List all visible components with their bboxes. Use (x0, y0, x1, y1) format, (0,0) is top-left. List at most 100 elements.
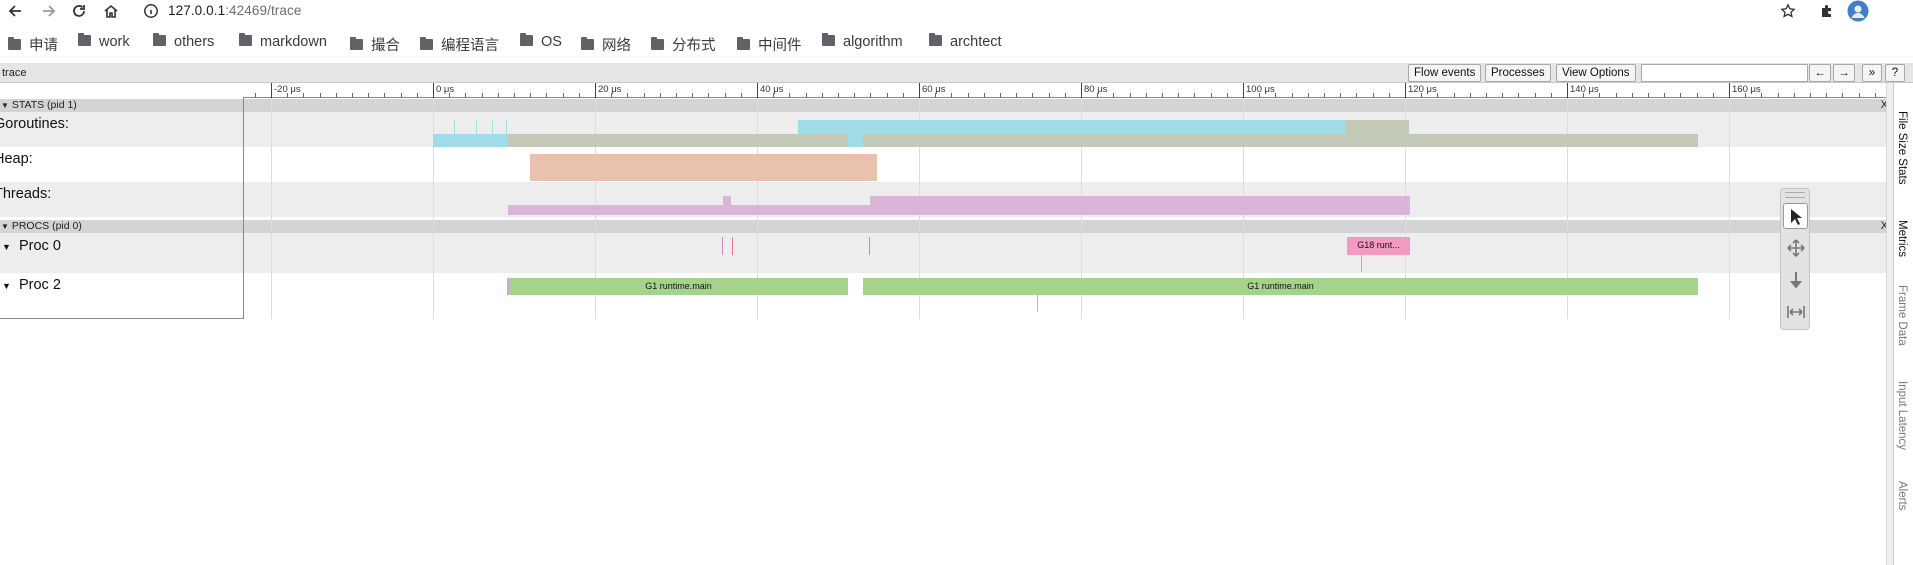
pan-icon (1787, 239, 1805, 257)
proc0-event-marker[interactable] (722, 237, 723, 255)
ruler-minor-tick (1550, 93, 1552, 97)
tab-input-latency[interactable]: Input Latency (1896, 381, 1908, 450)
arrow-right-icon (43, 5, 56, 17)
find-next-button[interactable]: → (1833, 64, 1855, 82)
g1-runtime-main-slice[interactable]: G1 runtime.main (863, 278, 1698, 295)
threads-bar[interactable] (508, 205, 870, 215)
heap-allocated-bar[interactable] (530, 154, 877, 181)
tab-file-size-stats[interactable]: File Size Stats (1896, 111, 1908, 185)
bookmark-folder[interactable]: 分布式 (651, 34, 716, 54)
ruler-minor-tick (611, 93, 613, 97)
ruler-minor-tick (1016, 93, 1018, 97)
folder-icon (420, 37, 433, 50)
proc0-event-marker[interactable] (732, 237, 733, 255)
ruler-minor-tick (287, 93, 289, 97)
ruler-minor-tick (1324, 93, 1325, 97)
tab-alerts[interactable]: Alerts (1896, 481, 1908, 510)
proc0-event-marker (1361, 255, 1362, 272)
bookmark-folder[interactable]: markdown (239, 33, 327, 54)
bookmark-folder[interactable]: work (78, 33, 130, 54)
bookmark-folder[interactable]: 网络 (581, 34, 631, 54)
ruler-minor-tick (335, 93, 337, 97)
search-input[interactable] (1641, 64, 1808, 82)
view-options-button[interactable]: View Options (1556, 64, 1636, 82)
pan-mode-button[interactable] (1783, 235, 1808, 261)
tab-frame-data[interactable]: Frame Data (1896, 285, 1908, 346)
goroutines-runnable-bar[interactable] (863, 134, 1698, 147)
goroutines-runnable-bar[interactable] (508, 134, 848, 147)
bookmark-folder[interactable]: OS (520, 33, 562, 54)
threads-bar[interactable] (870, 196, 1410, 215)
processes-button[interactable]: Processes (1485, 64, 1551, 82)
goroutines-runnable-bar[interactable] (1346, 120, 1409, 134)
goroutines-running-bar[interactable] (848, 134, 863, 147)
ruler-minor-tick (902, 93, 904, 97)
info-icon (144, 4, 158, 18)
ruler-minor-tick (1097, 93, 1099, 97)
ruler-minor-tick (870, 93, 872, 97)
ruler-minor-tick (1388, 93, 1390, 97)
goroutines-running-bar[interactable] (798, 120, 1346, 134)
browser-toolbar: 127.0.0.1:42469/trace (0, 0, 1913, 22)
ruler-minor-tick (416, 93, 418, 97)
address-bar[interactable]: 127.0.0.1:42469/trace (168, 3, 301, 18)
folder-icon (153, 33, 166, 46)
collapse-triangle-icon: ▼ (1, 222, 9, 231)
bookmark-folder[interactable]: archtect (929, 33, 1002, 54)
expand-panel-button[interactable]: » (1862, 64, 1882, 82)
forward-button[interactable] (38, 0, 60, 22)
drag-handle[interactable] (1785, 192, 1805, 198)
ruler-minor-tick (1162, 93, 1163, 97)
reload-button[interactable] (68, 0, 90, 22)
flow-events-button[interactable]: Flow events (1408, 64, 1482, 82)
time-ruler[interactable]: -20 μs 0 μs 20 μs 40 μs 60 μs 80 μs 100 … (243, 83, 1893, 98)
page-title: trace (2, 67, 27, 79)
bookmark-folder[interactable]: algorithm (822, 33, 903, 54)
proc2-label[interactable]: ▼ Proc 2 (2, 277, 61, 293)
folder-icon (737, 37, 750, 50)
zoom-arrows-icon (1789, 272, 1803, 289)
ruler-tick: 80 μs (1081, 83, 1107, 98)
timing-mode-button[interactable] (1783, 299, 1808, 325)
back-button[interactable] (4, 0, 26, 22)
folder-icon (78, 33, 91, 46)
zoom-mode-button[interactable] (1783, 267, 1808, 293)
g1-runtime-main-slice[interactable]: G1 runtime.main (509, 278, 848, 295)
bookmark-folder[interactable]: 编程语言 (420, 34, 499, 54)
ruler-tick: 40 μs (757, 83, 783, 98)
trace-header: trace Flow events Processes View Options… (0, 63, 1913, 83)
bookmark-star-button[interactable] (1777, 0, 1799, 22)
proc0-label[interactable]: ▼ Proc 0 (2, 238, 61, 254)
bookmark-folder[interactable]: 申请 (8, 34, 58, 54)
collapse-triangle-icon: ▼ (1, 101, 9, 110)
bookmark-folder[interactable]: others (153, 33, 214, 54)
procs-group-header[interactable]: ▼ PROCS (pid 0) X (0, 220, 1893, 233)
g18-slice[interactable]: G18 runt... (1347, 237, 1410, 255)
goroutines-running-bar[interactable] (433, 134, 508, 147)
ruler-minor-tick (789, 93, 791, 97)
ruler-minor-tick (1226, 93, 1228, 97)
extensions-button[interactable] (1816, 0, 1838, 22)
stats-group-header[interactable]: ▼ STATS (pid 1) X (0, 99, 1893, 112)
ruler-tick: 140 μs (1567, 83, 1599, 98)
ruler-minor-tick (1486, 93, 1487, 97)
site-info-button[interactable] (140, 0, 162, 22)
bookmark-folder[interactable]: 中间件 (737, 34, 802, 54)
folder-icon (350, 37, 363, 50)
mouse-mode-selector[interactable] (1780, 188, 1810, 330)
proc0-track: ▼ Proc 0 (0, 233, 1893, 273)
help-button[interactable]: ? (1885, 64, 1905, 82)
ruler-minor-tick (821, 93, 823, 97)
bookmark-folder[interactable]: 撮合 (350, 34, 400, 54)
ruler-minor-tick (1696, 93, 1698, 97)
tab-metrics[interactable]: Metrics (1896, 220, 1908, 257)
select-mode-button[interactable] (1783, 203, 1808, 229)
home-button[interactable] (100, 0, 122, 22)
ruler-minor-tick (1793, 93, 1795, 97)
threads-spike (723, 196, 731, 205)
vertical-scrollbar[interactable] (1886, 83, 1893, 565)
proc0-event-marker[interactable] (869, 237, 870, 255)
find-previous-button[interactable]: ← (1809, 64, 1831, 82)
profile-avatar[interactable] (1846, 0, 1870, 22)
ruler-minor-tick (659, 93, 661, 97)
